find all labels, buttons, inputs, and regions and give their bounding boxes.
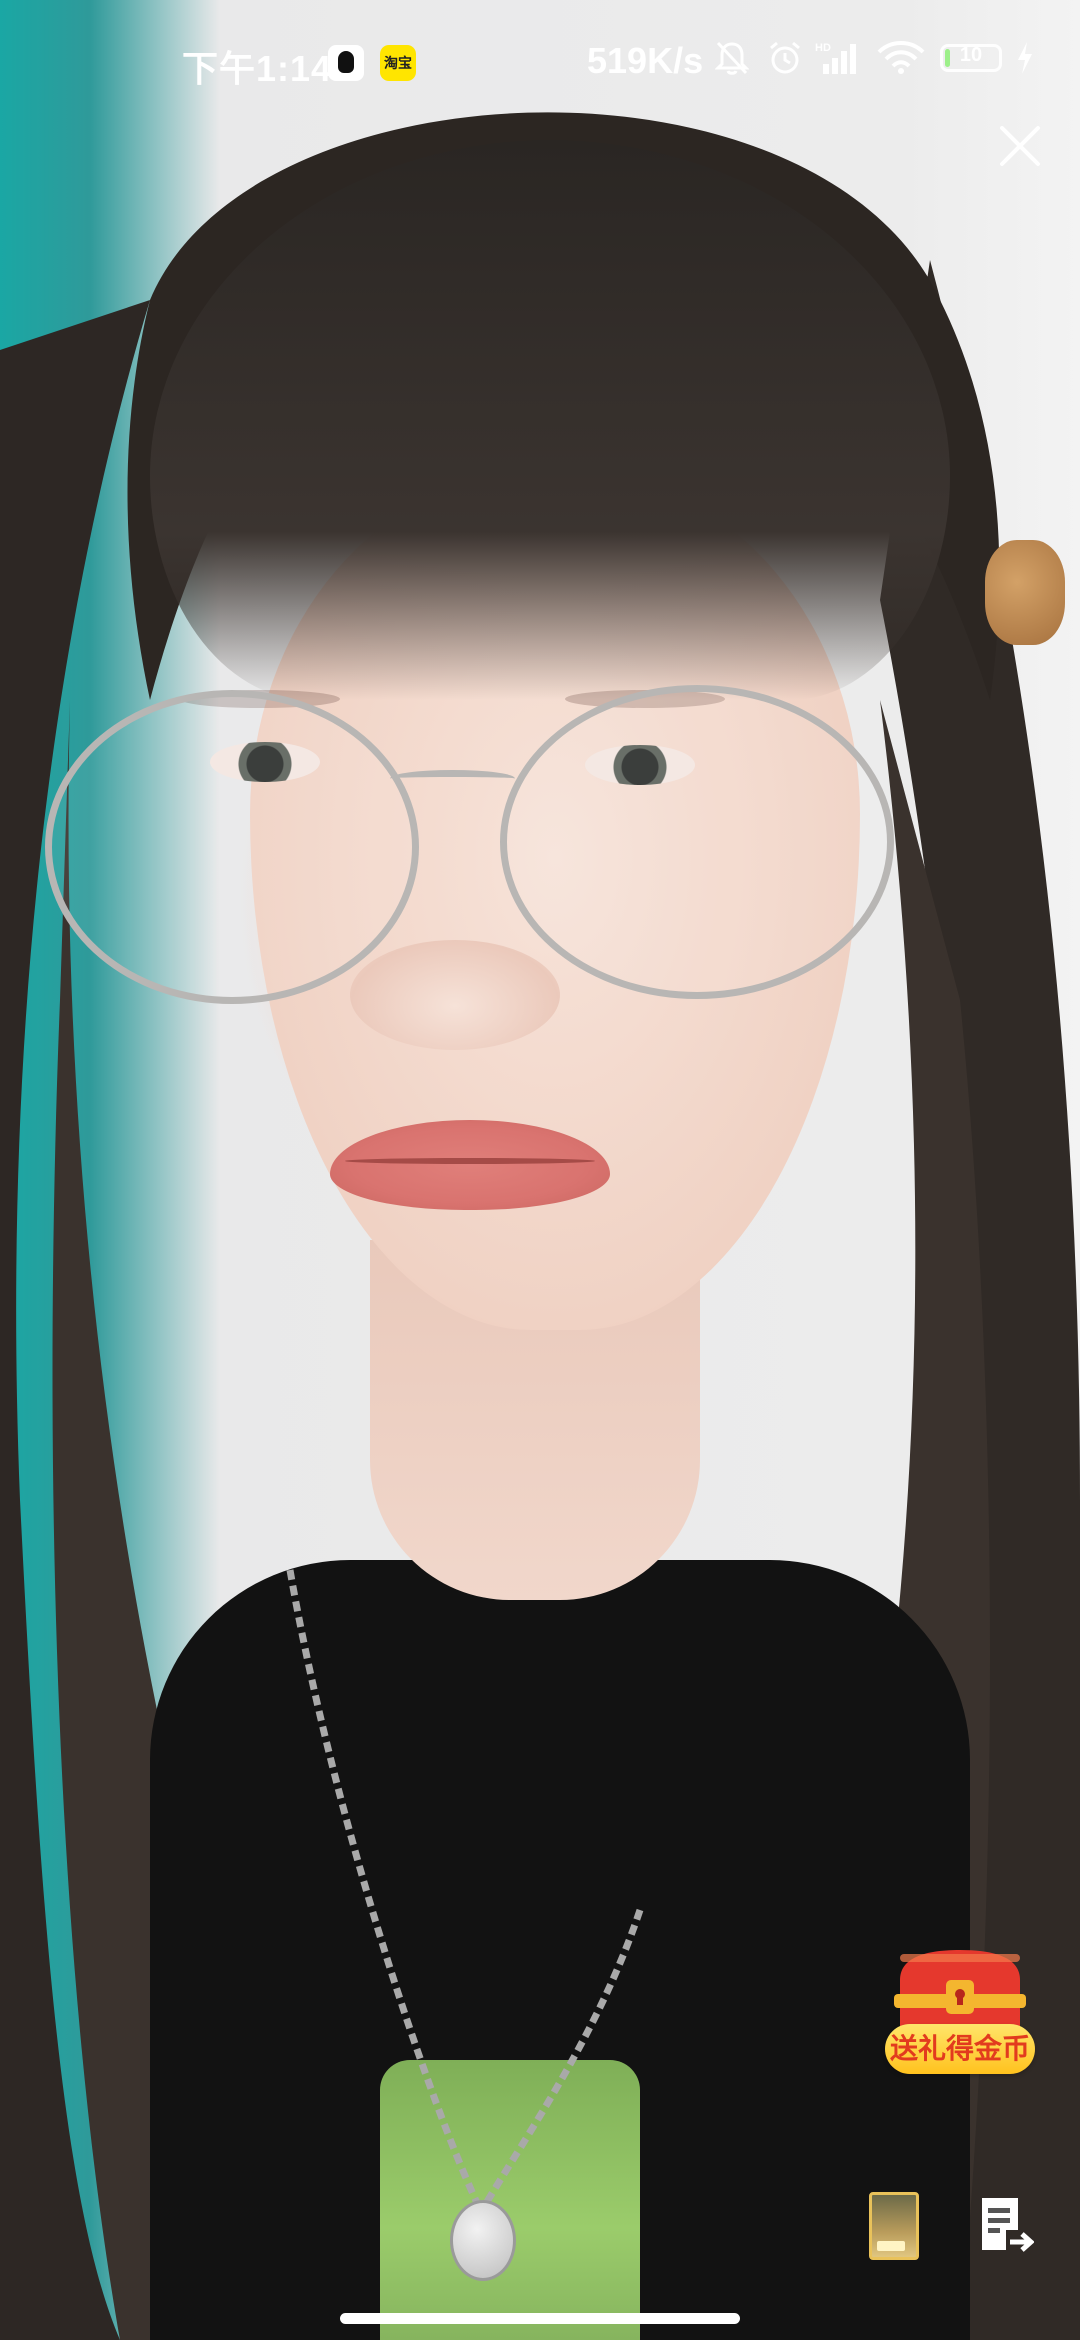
svg-text:HD: HD [815, 42, 831, 54]
bell-muted-icon [715, 41, 749, 75]
status-time: 下午1:14 [182, 48, 333, 89]
necklace-pendant [450, 2200, 516, 2281]
qq-icon [328, 45, 364, 81]
status-bar: 下午1:14 淘宝 519K/s HD 10 [0, 0, 1080, 120]
document-share-icon[interactable] [978, 2194, 1034, 2254]
card-thumbnail-icon[interactable] [869, 2192, 919, 2260]
home-indicator[interactable] [340, 2313, 740, 2324]
hd-signal-icon: HD [815, 42, 856, 74]
gift-label: 送礼得金币 [885, 2024, 1035, 2074]
app-icon: 淘宝 [380, 45, 416, 81]
battery-icon: 10 [940, 44, 1002, 72]
charging-icon [1018, 42, 1032, 74]
close-icon[interactable] [992, 118, 1048, 174]
video-call-screen: 下午1:14 淘宝 519K/s HD 10 送礼得金币 [0, 0, 1080, 2340]
alarm-icon [770, 41, 800, 74]
wifi-icon [877, 41, 925, 74]
battery-level: 10 [959, 44, 983, 66]
network-speed: 519K/s [587, 40, 704, 81]
